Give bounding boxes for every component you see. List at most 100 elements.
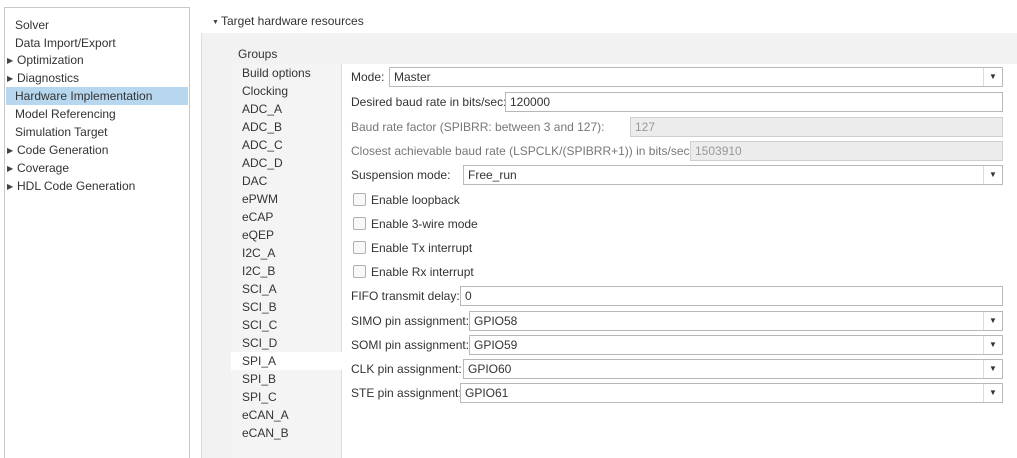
closest-baud-field: 1503910 <box>690 141 1003 161</box>
simo-pin-label: SIMO pin assignment: <box>351 314 470 328</box>
mode-dropdown[interactable]: Master ▼ <box>389 67 1003 87</box>
somi-pin-row: SOMI pin assignment: GPIO59 ▼ <box>351 335 1003 355</box>
nav-item-solver[interactable]: Solver <box>6 16 188 34</box>
somi-pin-value: GPIO59 <box>474 338 518 352</box>
fifo-delay-input[interactable] <box>460 286 1003 306</box>
group-item[interactable]: Build options <box>231 64 341 82</box>
suspension-mode-row: Suspension mode: Free_run ▼ <box>351 165 1003 185</box>
closest-baud-value: 1503910 <box>695 144 742 158</box>
baud-rate-factor-label: Baud rate factor (SPIBRR: between 3 and … <box>351 120 605 134</box>
three-wire-checkbox[interactable] <box>353 217 366 230</box>
nav-item-label: Model Referencing <box>15 107 116 121</box>
mode-label: Mode: <box>351 70 385 84</box>
groups-title: Groups <box>238 47 278 61</box>
group-item[interactable]: ADC_A <box>231 100 341 118</box>
mode-row: Mode: Master ▼ <box>351 67 1003 87</box>
group-item[interactable]: ePWM <box>231 190 341 208</box>
nav-item-label: HDL Code Generation <box>17 179 136 193</box>
three-wire-label: Enable 3-wire mode <box>371 217 478 231</box>
clk-pin-row: CLK pin assignment: GPIO60 ▼ <box>351 359 1003 379</box>
dropdown-arrow-icon[interactable]: ▼ <box>983 166 1002 184</box>
fifo-delay-row: FIFO transmit delay: <box>351 286 1003 306</box>
baud-rate-factor-row: Baud rate factor (SPIBRR: between 3 and … <box>351 117 1003 137</box>
nav-item-data-import-export[interactable]: Data Import/Export <box>6 34 188 52</box>
ste-pin-label: STE pin assignment: <box>351 386 462 400</box>
group-item[interactable]: Clocking <box>231 82 341 100</box>
loopback-checkbox[interactable] <box>353 193 366 206</box>
groups-list: Build options Clocking ADC_A ADC_B ADC_C… <box>231 64 342 458</box>
dropdown-arrow-icon[interactable]: ▼ <box>983 68 1002 86</box>
group-item[interactable]: SCI_B <box>231 298 341 316</box>
group-item[interactable]: SCI_D <box>231 334 341 352</box>
fifo-delay-label: FIFO transmit delay: <box>351 289 460 303</box>
nav-item-label: Simulation Target <box>15 125 108 139</box>
baud-rate-input[interactable] <box>505 92 1003 112</box>
nav-item-label: Optimization <box>17 53 84 67</box>
somi-pin-label: SOMI pin assignment: <box>351 338 470 352</box>
nav-item-label: Code Generation <box>17 143 109 157</box>
nav-item-label: Coverage <box>17 161 70 175</box>
group-item[interactable]: eCAN_B <box>231 424 341 442</box>
dropdown-arrow-icon[interactable]: ▼ <box>983 384 1002 402</box>
dropdown-arrow-icon[interactable]: ▼ <box>983 336 1002 354</box>
nav-item-label: Diagnostics <box>17 71 80 85</box>
nav-item-optimization[interactable]: ▶ Optimization <box>6 51 188 69</box>
nav-item-hardware-implementation[interactable]: Hardware Implementation <box>6 87 188 105</box>
clk-pin-dropdown[interactable]: GPIO60 ▼ <box>463 359 1003 379</box>
dropdown-arrow-icon[interactable]: ▼ <box>983 312 1002 330</box>
group-item[interactable]: eQEP <box>231 226 341 244</box>
nav-item-diagnostics[interactable]: ▶ Diagnostics <box>6 69 188 87</box>
baud-rate-factor-field: 127 <box>630 117 1003 137</box>
tx-interrupt-label: Enable Tx interrupt <box>371 241 473 255</box>
simo-pin-dropdown[interactable]: GPIO58 ▼ <box>469 311 1003 331</box>
suspension-mode-label: Suspension mode: <box>351 168 451 182</box>
nav-item-coverage[interactable]: ▶ Coverage <box>6 159 188 177</box>
rx-interrupt-label: Enable Rx interrupt <box>371 265 474 279</box>
ste-pin-value: GPIO61 <box>465 386 509 400</box>
closest-baud-row: Closest achievable baud rate (LSPCLK/(SP… <box>351 141 1003 161</box>
baud-rate-row: Desired baud rate in bits/sec: <box>351 92 1003 112</box>
clk-pin-label: CLK pin assignment: <box>351 362 462 376</box>
triangle-right-icon[interactable]: ▶ <box>7 52 17 70</box>
group-item[interactable]: SPI_C <box>231 388 341 406</box>
group-item[interactable]: eCAN_A <box>231 406 341 424</box>
group-item[interactable]: ADC_C <box>231 136 341 154</box>
ste-pin-row: STE pin assignment: GPIO61 ▼ <box>351 383 1003 403</box>
ste-pin-dropdown[interactable]: GPIO61 ▼ <box>460 383 1003 403</box>
nav-item-label: Data Import/Export <box>15 36 116 50</box>
clk-pin-value: GPIO60 <box>468 362 512 376</box>
group-item[interactable]: SPI_B <box>231 370 341 388</box>
baud-rate-label: Desired baud rate in bits/sec: <box>351 95 507 109</box>
mode-value: Master <box>394 70 431 84</box>
section-header-target-hardware[interactable]: ▼ Target hardware resources <box>212 13 364 29</box>
triangle-down-icon[interactable]: ▼ <box>212 15 221 31</box>
group-item-selected[interactable]: SPI_A <box>231 352 342 370</box>
dropdown-arrow-icon[interactable]: ▼ <box>983 360 1002 378</box>
rx-interrupt-checkbox[interactable] <box>353 265 366 278</box>
triangle-right-icon[interactable]: ▶ <box>7 70 17 88</box>
somi-pin-dropdown[interactable]: GPIO59 ▼ <box>469 335 1003 355</box>
group-item[interactable]: SCI_A <box>231 280 341 298</box>
suspension-mode-dropdown[interactable]: Free_run ▼ <box>463 165 1003 185</box>
group-item[interactable]: eCAP <box>231 208 341 226</box>
simo-pin-row: SIMO pin assignment: GPIO58 ▼ <box>351 311 1003 331</box>
nav-item-code-generation[interactable]: ▶ Code Generation <box>6 141 188 159</box>
group-item[interactable]: DAC <box>231 172 341 190</box>
config-tree-panel: Solver Data Import/Export ▶ Optimization … <box>4 7 190 458</box>
baud-rate-factor-value: 127 <box>635 120 656 134</box>
tx-interrupt-checkbox[interactable] <box>353 241 366 254</box>
group-item[interactable]: ADC_D <box>231 154 341 172</box>
group-item[interactable]: SCI_C <box>231 316 341 334</box>
nav-item-simulation-target[interactable]: Simulation Target <box>6 123 188 141</box>
group-item[interactable]: I2C_B <box>231 262 341 280</box>
nav-item-hdl-code-generation[interactable]: ▶ HDL Code Generation <box>6 177 188 195</box>
triangle-right-icon[interactable]: ▶ <box>7 142 17 160</box>
loopback-label: Enable loopback <box>371 193 460 207</box>
triangle-right-icon[interactable]: ▶ <box>7 160 17 178</box>
suspension-mode-value: Free_run <box>468 168 517 182</box>
nav-item-model-referencing[interactable]: Model Referencing <box>6 105 188 123</box>
nav-item-label: Solver <box>15 18 50 32</box>
group-item[interactable]: I2C_A <box>231 244 341 262</box>
group-item[interactable]: ADC_B <box>231 118 341 136</box>
triangle-right-icon[interactable]: ▶ <box>7 178 17 196</box>
